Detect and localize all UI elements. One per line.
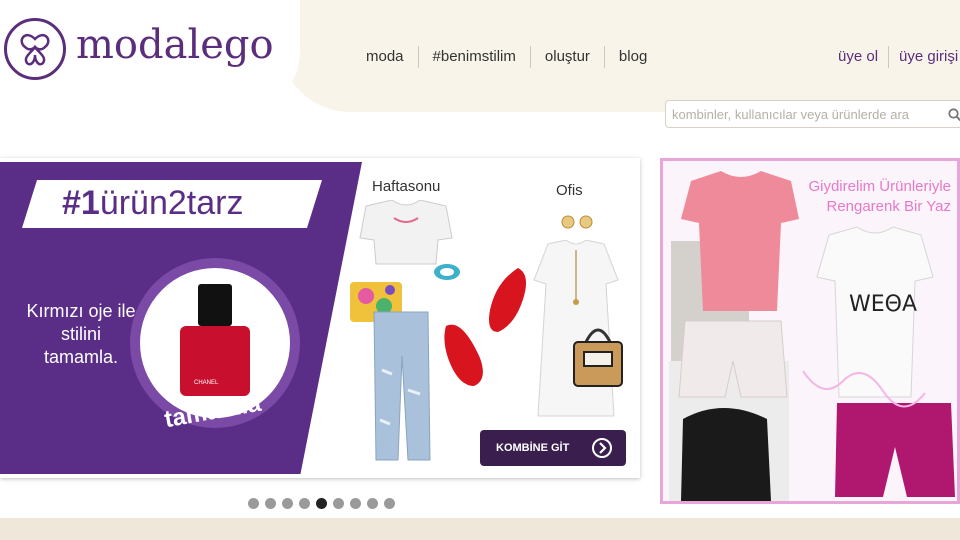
footer-band (0, 518, 960, 540)
pagination-dot[interactable] (299, 498, 310, 509)
signup-link[interactable]: üye ol (828, 46, 888, 68)
pagination-dot[interactable] (384, 498, 395, 509)
red-loafer-image-2 (489, 268, 526, 332)
pagination-dot[interactable] (316, 498, 327, 509)
hashtag-title: #1ürün2tarz (62, 184, 244, 222)
pagination-dot[interactable] (265, 498, 276, 509)
nav-item-blog[interactable]: blog (603, 46, 661, 68)
pagination-dot[interactable] (333, 498, 344, 509)
main-nav: moda #benimstilim oluştur blog (352, 46, 661, 68)
nav-item-moda[interactable]: moda (352, 46, 418, 68)
svg-text:WEΘΑ: WEΘΑ (849, 292, 917, 317)
weekend-title: Haftasonu (372, 178, 441, 195)
white-top-image (359, 200, 453, 265)
pagination-dot[interactable] (350, 498, 361, 509)
search-icon[interactable] (948, 107, 960, 122)
handbag-image (573, 328, 623, 387)
user-nav: üye ol üye girişi (828, 46, 960, 68)
side-title-line1: Giydirelim Ürünleriyle (808, 178, 951, 195)
pagination-dot[interactable] (248, 498, 259, 509)
featured-slide[interactable]: #1ürün2tarz Kırmızı oje ile stilini tama… (0, 158, 640, 478)
product-label: CHANEL (194, 380, 219, 386)
page: modalego moda #benimstilim oluştur blog … (0, 0, 960, 540)
search-input[interactable] (666, 101, 936, 127)
nail-polish-cap (198, 284, 232, 326)
earrings-image (561, 215, 593, 229)
chevron-right-icon (592, 438, 612, 458)
nav-item-olustur[interactable]: oluştur (529, 46, 604, 68)
jeans-image (373, 311, 431, 461)
combine-button-label: KOMBİNE GİT (496, 442, 570, 454)
pagination-dot[interactable] (367, 498, 378, 509)
combine-button[interactable]: KOMBİNE GİT (480, 430, 626, 466)
login-link[interactable]: üye girişi (888, 46, 960, 68)
promo-tip: Kırmızı oje ile stilini tamamla. (26, 301, 136, 367)
slider-pagination (248, 498, 395, 509)
nav-item-benimstilim[interactable]: #benimstilim (417, 46, 530, 68)
logo-wordmark: modalego (76, 22, 274, 68)
bracelet-image (434, 264, 460, 280)
side-slide-title: Giydirelim Ürünleriyle Rengarenk Bir Yaz (808, 177, 951, 217)
logo[interactable]: modalego (0, 0, 300, 112)
search-box (665, 100, 960, 128)
pagination-dot[interactable] (282, 498, 293, 509)
office-title: Ofis (556, 182, 583, 199)
logo-emblem-icon (4, 18, 66, 80)
side-title-line2: Rengarenk Bir Yaz (826, 198, 951, 215)
side-slide[interactable]: WEΘΑ Giydirelim Ürünleriyle Rengarenk Bi… (660, 158, 960, 504)
